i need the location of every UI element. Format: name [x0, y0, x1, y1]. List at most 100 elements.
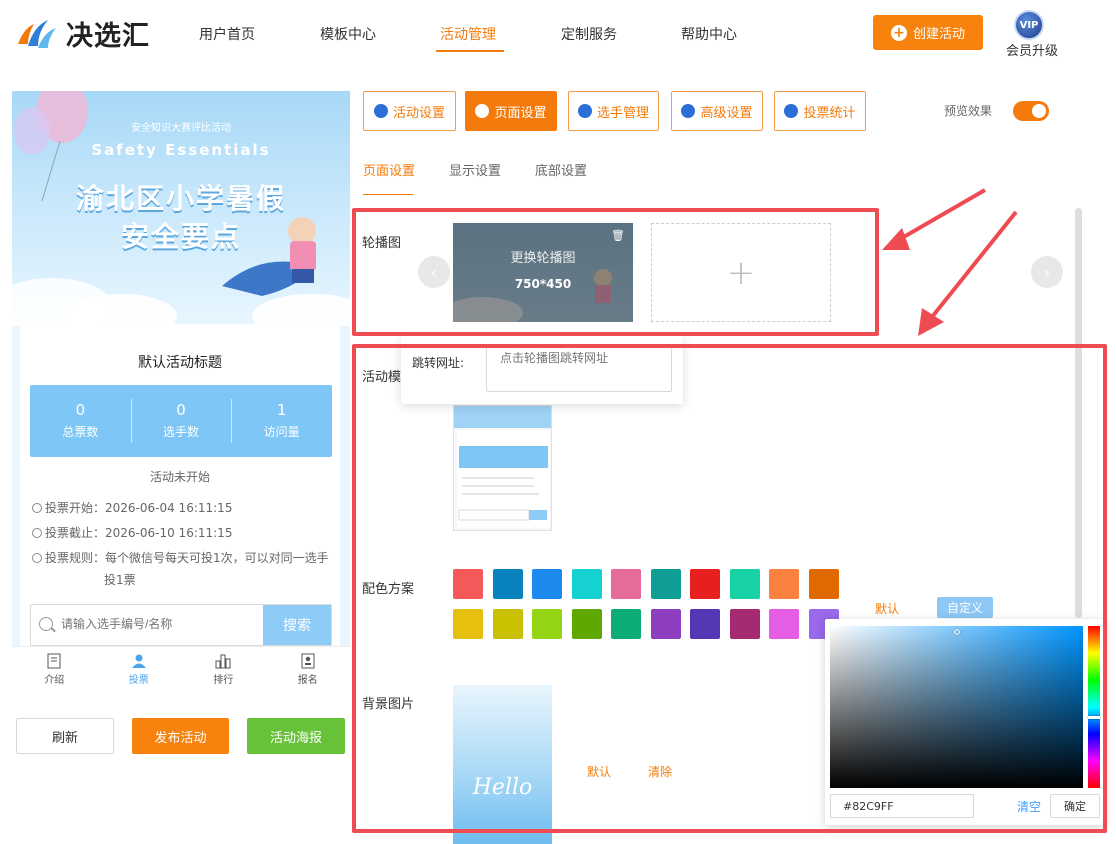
color-swatch[interactable]: [611, 569, 641, 599]
hue-slider[interactable]: [1088, 626, 1100, 788]
nav-home[interactable]: 用户首页: [199, 24, 255, 44]
picker-confirm-button[interactable]: 确定: [1050, 794, 1100, 818]
sliders-icon: [681, 104, 696, 118]
color-swatch[interactable]: [571, 569, 602, 599]
color-swatch[interactable]: [532, 609, 562, 639]
nav-templates[interactable]: 模板中心: [320, 24, 376, 44]
hue-slider-thumb[interactable]: [1088, 716, 1100, 719]
color-swatch[interactable]: [453, 609, 483, 639]
tab-intro[interactable]: 介绍: [12, 647, 97, 690]
stat-label: 选手数: [163, 425, 200, 439]
user-icon: [131, 654, 146, 668]
id-card-icon: [301, 653, 315, 669]
picker-cursor[interactable]: [954, 629, 960, 635]
brand-name[interactable]: 决选汇: [66, 14, 150, 53]
nav-activity-management[interactable]: 活动管理: [440, 24, 496, 44]
nav-active-indicator: [436, 50, 504, 52]
ranking-icon: [215, 654, 231, 669]
background-clear-link[interactable]: 清除: [648, 763, 672, 780]
users-icon: [577, 104, 592, 118]
stat-total-votes: 0 总票数: [30, 385, 131, 457]
color-swatch[interactable]: [729, 609, 760, 639]
vote-start-text: 投票开始：2026-06-04 16:11:15: [45, 501, 233, 515]
nav-help[interactable]: 帮助中心: [681, 24, 737, 44]
color-swatch[interactable]: [492, 609, 523, 639]
plus-circle-icon: +: [890, 24, 907, 41]
background-image-thumbnail[interactable]: Hello: [453, 685, 552, 844]
template-label: 活动模: [362, 370, 402, 385]
preview-tabbar: 介绍 投票 排行 报名: [12, 646, 350, 690]
color-swatch[interactable]: [769, 609, 799, 639]
tab-label: 活动设置: [392, 105, 445, 121]
jump-url-popover: 跳转网址:: [401, 336, 683, 404]
carousel-prev-button[interactable]: ‹: [418, 256, 450, 288]
subtab-display-settings[interactable]: 显示设置: [449, 160, 501, 179]
annotation-arrow-line: [893, 188, 987, 244]
carousel-add-button[interactable]: +: [651, 223, 831, 322]
banner-title-line1: 渝北区小学暑假: [75, 182, 286, 215]
tab-ranking[interactable]: 排行: [181, 647, 266, 690]
color-swatch[interactable]: [729, 569, 760, 599]
subtab-page-settings[interactable]: 页面设置: [363, 160, 415, 179]
tab-label: 排行: [213, 675, 234, 686]
clock-icon: [32, 528, 42, 538]
create-activity-button[interactable]: + 创建活动: [873, 15, 983, 50]
color-swatch[interactable]: [650, 609, 681, 639]
color-swatch[interactable]: [808, 569, 839, 599]
stat-contestants: 0 选手数: [130, 385, 232, 457]
color-swatch[interactable]: [650, 569, 681, 599]
publish-activity-button[interactable]: 发布活动: [132, 718, 229, 754]
tab-signup[interactable]: 报名: [266, 647, 351, 690]
stat-value: 1: [276, 401, 287, 419]
refresh-button[interactable]: 刷新: [16, 718, 114, 754]
tab-vote-statistics[interactable]: 投票统计: [774, 91, 866, 131]
vote-end-row: 投票截止：2026-06-10 16:11:15: [32, 522, 232, 544]
color-swatch[interactable]: [571, 609, 602, 639]
tab-label: 投票: [128, 675, 149, 686]
banner-subtitle: 安全知识大赛评比活动: [131, 123, 231, 134]
color-swatch[interactable]: [492, 569, 523, 599]
color-custom-button[interactable]: 自定义: [937, 597, 993, 618]
jump-url-input[interactable]: [486, 344, 672, 392]
color-swatch[interactable]: [769, 569, 799, 599]
tab-activity-settings[interactable]: 活动设置: [363, 91, 456, 131]
saturation-value-area[interactable]: [830, 626, 1083, 788]
background-default-link[interactable]: 默认: [587, 763, 611, 780]
subtab-footer-settings[interactable]: 底部设置: [535, 160, 587, 179]
search-button[interactable]: 搜索: [263, 605, 331, 645]
tab-advanced-settings[interactable]: 高级设置: [671, 91, 763, 131]
nav-custom-service[interactable]: 定制服务: [561, 24, 617, 44]
clock-icon: [32, 503, 42, 513]
create-activity-label: 创建活动: [912, 27, 965, 42]
color-default-link[interactable]: 默认: [875, 600, 899, 617]
mobile-preview: 安全知识大赛评比活动 Safety Essentials 渝北区小学暑假 安全要…: [12, 91, 350, 651]
carousel-next-button[interactable]: ›: [1031, 256, 1063, 288]
color-swatch[interactable]: [690, 609, 720, 639]
background-image-label: 背景图片: [362, 697, 415, 712]
vote-rule-text: 投票规则：每个微信号每天可投1次，可以对同一选手: [45, 551, 329, 565]
activity-poster-button[interactable]: 活动海报: [247, 718, 345, 754]
vip-upgrade-link[interactable]: 会员升级: [1006, 40, 1058, 59]
stat-value: 0: [75, 401, 86, 419]
picker-clear-button[interactable]: 清空: [1017, 798, 1041, 815]
tab-contestant-management[interactable]: 选手管理: [568, 91, 659, 131]
annotation-arrowhead: [918, 308, 944, 336]
activity-title: 默认活动标题: [138, 355, 222, 371]
carousel-image-overlay: [453, 223, 633, 322]
delete-icon[interactable]: 🗑: [611, 230, 625, 242]
settings-scrollbar[interactable]: [1075, 208, 1082, 618]
hex-color-input[interactable]: [830, 794, 974, 818]
tab-page-settings[interactable]: 页面设置: [465, 91, 557, 131]
carousel-image[interactable]: 更换轮播图 750*450: [453, 223, 633, 322]
top-header: 决选汇 用户首页 模板中心 活动管理 定制服务 帮助中心 + 创建活动 VIP …: [0, 0, 1116, 70]
color-swatch[interactable]: [611, 609, 641, 639]
color-swatch[interactable]: [453, 569, 483, 599]
template-thumbnail[interactable]: [453, 405, 552, 531]
contestant-search-input[interactable]: [61, 617, 261, 631]
carousel-size-text: 750*450: [514, 277, 572, 291]
preview-effect-toggle[interactable]: [1013, 101, 1049, 121]
color-swatch[interactable]: [532, 569, 562, 599]
vip-badge-icon[interactable]: VIP: [1014, 10, 1044, 40]
tab-vote[interactable]: 投票: [97, 647, 182, 690]
color-swatch[interactable]: [690, 569, 720, 599]
